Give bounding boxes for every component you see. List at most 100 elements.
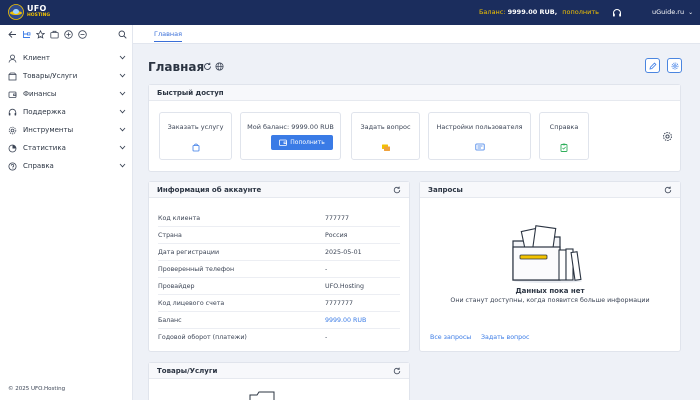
card-title: Информация об аккаунте bbox=[157, 185, 262, 194]
tab-home[interactable]: Главная bbox=[154, 30, 183, 42]
info-key: Баланс bbox=[158, 317, 182, 324]
gear-icon bbox=[8, 126, 18, 135]
empty-state-subtitle: Они станут доступны, когда появится боль… bbox=[450, 297, 650, 304]
star-icon[interactable] bbox=[36, 30, 45, 39]
title-icons bbox=[203, 62, 227, 71]
refresh-icon[interactable] bbox=[393, 186, 401, 194]
clipboard-icon bbox=[560, 143, 568, 152]
chevron-down-icon bbox=[119, 163, 126, 168]
tickets-icon bbox=[381, 143, 391, 152]
sidebar-item-label: Финансы bbox=[23, 90, 57, 98]
empty-folder-illustration-icon bbox=[248, 391, 278, 400]
info-value: 2025-05-01 bbox=[325, 249, 362, 256]
card-header: Запросы bbox=[420, 182, 680, 198]
chevron-down-icon bbox=[119, 145, 126, 150]
settings-icon bbox=[671, 62, 679, 70]
info-key: Код лицевого счета bbox=[158, 300, 225, 307]
sidebar-item-label: Справка bbox=[23, 162, 54, 170]
edit-icon bbox=[648, 62, 657, 70]
card-title: Быстрый доступ bbox=[157, 88, 224, 97]
sidebar-item-support[interactable]: Поддержка bbox=[8, 105, 126, 119]
tile-label: Мой баланс: 9999.00 RUB bbox=[247, 123, 334, 131]
pie-chart-icon bbox=[8, 144, 18, 153]
info-row-annual-turnover: Годовой оборот (платежи) - bbox=[158, 329, 400, 346]
tree-icon[interactable] bbox=[22, 30, 31, 39]
box-icon bbox=[8, 72, 18, 81]
tab-bar: Главная bbox=[133, 25, 700, 44]
globe-icon[interactable] bbox=[215, 62, 224, 71]
balance-info: Баланс: 9999.00 RUB, пополнить bbox=[479, 8, 599, 16]
balance-value: 9999.00 RUB, bbox=[507, 8, 558, 16]
card-header: Быстрый доступ bbox=[149, 85, 680, 101]
info-value: 777777 bbox=[325, 215, 350, 222]
info-row-registration-date: Дата регистрации 2025-05-01 bbox=[158, 244, 400, 261]
sidebar-item-label: Поддержка bbox=[23, 108, 66, 116]
ufo-logo-icon bbox=[8, 4, 24, 20]
page-title: Главная bbox=[148, 60, 205, 74]
gear-icon[interactable] bbox=[662, 131, 673, 142]
edit-button[interactable] bbox=[645, 58, 660, 73]
add-circle-icon[interactable] bbox=[64, 30, 73, 39]
sidebar-item-client[interactable]: Клиент bbox=[8, 51, 126, 65]
refresh-icon[interactable] bbox=[203, 62, 212, 71]
info-value: UFO.Hosting bbox=[325, 283, 365, 290]
quick-tile-ask-question[interactable]: Задать вопрос bbox=[351, 112, 420, 160]
support-icon[interactable] bbox=[612, 8, 622, 18]
sidebar-item-tools[interactable]: Инструменты bbox=[8, 123, 126, 137]
user-name: uGuide.ru bbox=[652, 8, 685, 16]
sidebar-toolbar bbox=[8, 30, 92, 39]
sidebar-item-statistics[interactable]: Статистика bbox=[8, 141, 126, 155]
topup-button[interactable]: Пополнить bbox=[271, 135, 333, 150]
sidebar-item-label: Товары/Услуги bbox=[23, 72, 78, 80]
refresh-icon[interactable] bbox=[664, 186, 672, 194]
info-value-link[interactable]: 9999.00 RUB bbox=[325, 317, 366, 324]
ask-question-link[interactable]: Задать вопрос bbox=[481, 334, 529, 341]
info-row-provider: Провайдер UFO.Hosting bbox=[158, 278, 400, 295]
info-key: Страна bbox=[158, 232, 182, 239]
quick-tile-user-settings[interactable]: Настройки пользователя bbox=[428, 112, 531, 160]
sidebar-item-products[interactable]: Товары/Услуги bbox=[8, 69, 126, 83]
card-title: Товары/Услуги bbox=[157, 366, 218, 375]
empty-folder-illustration-icon bbox=[510, 225, 590, 283]
cart-icon bbox=[191, 143, 200, 152]
empty-state-title: Данных пока нет bbox=[515, 287, 585, 295]
chevron-down-icon bbox=[119, 91, 126, 96]
sidebar-item-label: Клиент bbox=[23, 54, 50, 62]
search-icon[interactable] bbox=[118, 30, 127, 39]
sidebar-item-label: Инструменты bbox=[23, 126, 74, 134]
info-value: 7777777 bbox=[325, 300, 354, 307]
sidebar: Клиент Товары/Услуги Финансы Поддержка И… bbox=[0, 25, 133, 400]
briefcase-icon[interactable] bbox=[50, 30, 59, 39]
card-header: Товары/Услуги bbox=[149, 363, 409, 379]
topup-button-label: Пополнить bbox=[290, 139, 325, 146]
tile-label: Задать вопрос bbox=[360, 123, 411, 131]
balance-label: Баланс: bbox=[478, 8, 506, 16]
info-value: - bbox=[325, 334, 328, 341]
chevron-down-icon bbox=[119, 109, 126, 114]
logo[interactable]: UFO HOSTING bbox=[8, 4, 50, 20]
all-requests-link[interactable]: Все запросы bbox=[430, 334, 471, 341]
info-row-balance: Баланс 9999.00 RUB bbox=[158, 312, 400, 329]
minus-circle-icon[interactable] bbox=[78, 30, 87, 39]
chevron-down-icon: ⌄ bbox=[688, 9, 694, 16]
info-key: Проверенный телефон bbox=[158, 266, 235, 273]
info-row-country: Страна Россия bbox=[158, 227, 400, 244]
quick-tile-help[interactable]: Справка bbox=[539, 112, 589, 160]
quick-tile-order-service[interactable]: Заказать услугу bbox=[159, 112, 232, 160]
topup-link[interactable]: пополнить bbox=[562, 8, 599, 16]
user-menu[interactable]: uGuide.ru ⌄ bbox=[652, 8, 693, 16]
back-arrow-icon[interactable] bbox=[8, 30, 17, 39]
refresh-icon[interactable] bbox=[393, 367, 401, 375]
tile-label: Справка bbox=[549, 123, 579, 131]
info-key: Код клиента bbox=[158, 215, 201, 222]
settings-button[interactable] bbox=[667, 58, 682, 73]
info-value: - bbox=[325, 266, 328, 273]
chevron-down-icon bbox=[119, 73, 126, 78]
logo-subtitle: HOSTING bbox=[27, 13, 51, 18]
sidebar-item-label: Статистика bbox=[23, 144, 66, 152]
info-row-account-code: Код лицевого счета 7777777 bbox=[158, 295, 400, 312]
sidebar-item-help[interactable]: Справка bbox=[8, 159, 126, 173]
wallet-icon bbox=[8, 90, 18, 99]
footer-copyright: © 2025 UFO.Hosting bbox=[8, 386, 66, 392]
sidebar-item-finance[interactable]: Финансы bbox=[8, 87, 126, 101]
